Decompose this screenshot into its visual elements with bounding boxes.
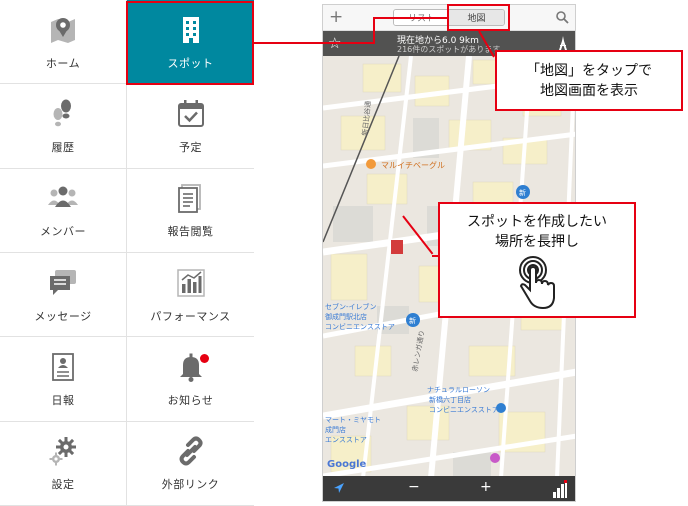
poi-label: 新橋六丁目店 — [429, 395, 471, 404]
chat-icon — [46, 266, 80, 300]
callout-line-1: 「地図」をタップで — [526, 63, 652, 79]
callout-long-press: スポットを作成したい 場所を長押し — [438, 202, 636, 318]
menu-item-label: メッセージ — [34, 309, 92, 323]
document-icon — [174, 181, 208, 215]
menu-item-label: ホーム — [45, 56, 81, 70]
spot-count-text: 216件のスポットがあります — [397, 45, 501, 54]
highlight-map-tab — [447, 4, 510, 31]
poi-label: エンスストア — [325, 436, 367, 444]
connector-line — [373, 17, 375, 44]
poi-label: セブン-イレブン — [325, 302, 377, 311]
menu-item-settings[interactable]: 設定 — [0, 421, 127, 506]
poi-label: マート・ミヤモト — [325, 416, 381, 424]
menu-item-home[interactable]: ホーム — [0, 0, 127, 85]
poi-label: コンビニエンスストア — [325, 322, 395, 331]
poi-label: 成門店 — [325, 425, 346, 434]
menu-item-label: パフォーマンス — [150, 309, 231, 323]
menu-item-external-link[interactable]: 外部リンク — [127, 421, 254, 506]
connector-line — [254, 42, 374, 44]
menu-item-label: 履歴 — [51, 140, 75, 154]
zoom-in-button[interactable]: + — [480, 479, 492, 495]
notification-badge — [200, 354, 209, 364]
menu-item-performance[interactable]: パフォーマンス — [127, 252, 254, 338]
menu-item-notices[interactable]: お知らせ — [127, 337, 254, 422]
location-arrow-icon[interactable] — [333, 482, 345, 494]
menu-item-daily-report[interactable]: 日報 — [0, 337, 127, 422]
poi-label: マルイチベーグル — [381, 160, 445, 170]
menu-item-messages[interactable]: メッセージ — [0, 252, 127, 338]
map-bottom-bar: − + — [323, 476, 575, 501]
poi-label: ナチュラルローソン — [427, 386, 490, 394]
bar-chart-icon — [174, 266, 208, 300]
highlight-spot-tile — [126, 1, 254, 85]
footsteps-icon — [46, 97, 80, 131]
link-icon — [174, 434, 208, 468]
connector-line — [373, 17, 447, 19]
callout-line-1: スポットを作成したい — [467, 214, 607, 230]
callout-map-tab: 「地図」をタップで 地図画面を表示 — [495, 50, 683, 111]
menu-item-history[interactable]: 履歴 — [0, 84, 127, 169]
hand-tap-icon — [519, 256, 555, 310]
poi-label: 御成門駅北店 — [325, 312, 367, 321]
new-badge: 新 — [519, 188, 526, 197]
new-badge: 新 — [409, 316, 416, 325]
calendar-check-icon — [174, 97, 208, 131]
menu-item-label: 予定 — [179, 140, 202, 154]
add-icon[interactable]: + — [329, 7, 343, 27]
report-icon — [46, 350, 80, 384]
menu-item-label: 外部リンク — [161, 478, 220, 492]
menu-item-label: メンバー — [40, 225, 86, 239]
menu-item-members[interactable]: メンバー — [0, 168, 127, 253]
callout-line-2: 場所を長押し — [495, 234, 579, 250]
google-logo: Google — [327, 459, 367, 470]
menu-item-reports[interactable]: 報告閲覧 — [127, 168, 254, 253]
map-pin-icon — [46, 13, 80, 47]
people-icon — [46, 181, 80, 215]
tokyo-tower-icon[interactable] — [557, 36, 569, 50]
callout-line-2: 地図画面を表示 — [540, 83, 638, 99]
gear-icon — [46, 434, 80, 468]
poi-label: コンビニエンスストア — [429, 405, 499, 414]
menu-item-schedule[interactable]: 予定 — [127, 84, 254, 169]
menu-item-label: 設定 — [51, 478, 75, 492]
zoom-out-button[interactable]: − — [408, 479, 420, 495]
search-icon[interactable] — [555, 10, 569, 24]
menu-item-label: 報告閲覧 — [167, 225, 214, 239]
signal-bars-icon[interactable] — [553, 480, 567, 498]
menu-item-label: お知らせ — [167, 393, 214, 407]
menu-item-label: 日報 — [51, 393, 75, 407]
